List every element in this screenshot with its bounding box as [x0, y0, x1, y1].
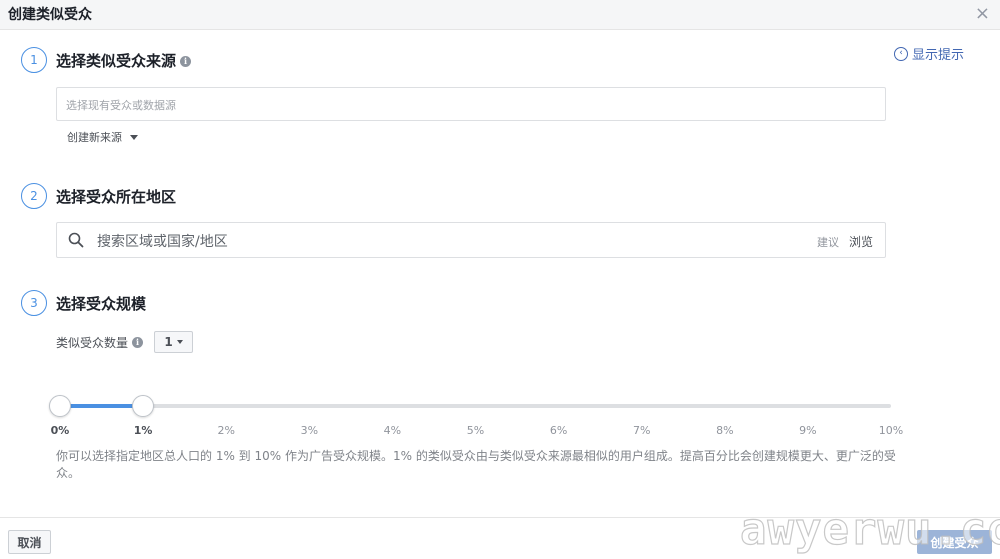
slider-tick-label: 8%: [716, 424, 734, 437]
step-2-number: 2: [21, 183, 47, 209]
search-icon: [68, 232, 84, 248]
step-3-number: 3: [21, 290, 47, 316]
close-icon[interactable]: ×: [975, 2, 990, 26]
audience-count-text: 类似受众数量: [56, 336, 129, 350]
audience-count-value: 1: [164, 335, 173, 349]
slider-handle-start[interactable]: [49, 395, 71, 417]
audience-source-placeholder: 选择现有受众或数据源: [66, 99, 176, 112]
show-hints-link[interactable]: ‹ 显示提示: [894, 44, 964, 63]
slider-tick-label: 10%: [878, 424, 904, 437]
create-new-source-label: 创建新来源: [67, 131, 122, 144]
audience-size-slider-fill: [60, 404, 144, 408]
caret-down-icon: [176, 340, 183, 344]
slider-tick-label: 9%: [799, 424, 817, 437]
step-3-title: 选择受众规模: [56, 295, 147, 313]
create-new-source-dropdown[interactable]: 创建新来源: [67, 129, 138, 145]
cancel-button[interactable]: 取消: [8, 530, 51, 554]
step-2-title: 选择受众所在地区: [56, 188, 177, 206]
browse-link[interactable]: 浏览: [849, 233, 873, 250]
slider-tick-label: 5%: [466, 424, 485, 437]
slider-tick-label: 1%: [133, 424, 153, 437]
suggest-link[interactable]: 建议: [817, 234, 839, 250]
audience-count-select[interactable]: 1: [154, 331, 193, 353]
create-audience-button[interactable]: 创建受众: [917, 530, 992, 554]
step-1-title: 选择类似受众来源 i: [56, 50, 192, 71]
audience-source-input[interactable]: 选择现有受众或数据源: [56, 87, 886, 121]
location-search-placeholder: 搜索区域或国家/地区: [97, 234, 228, 250]
slider-tick-label: 2%: [217, 424, 235, 437]
slider-tick-label: 3%: [300, 424, 319, 437]
audience-size-slider-track[interactable]: [60, 404, 891, 408]
info-icon[interactable]: i: [180, 55, 192, 67]
show-hints-label: 显示提示: [912, 48, 965, 63]
dialog-title: 创建类似受众: [8, 7, 92, 23]
info-icon[interactable]: i: [132, 336, 144, 348]
step-1-title-text: 选择类似受众来源: [56, 52, 177, 70]
caret-down-icon: [130, 134, 138, 140]
slider-tick-label: 0%: [50, 424, 70, 437]
audience-count-label: 类似受众数量 i: [56, 334, 144, 351]
step-1-number: 1: [21, 47, 47, 73]
location-search-input[interactable]: 搜索区域或国家/地区 建议 浏览: [56, 222, 886, 258]
slider-tick-label: 4%: [383, 424, 402, 437]
slider-handle-end[interactable]: [132, 395, 155, 417]
slider-tick-label: 6%: [549, 424, 568, 437]
chevron-left-icon: ‹: [894, 46, 908, 61]
dialog-header: 创建类似受众 ×: [0, 0, 1000, 30]
slider-tick-label: 7%: [632, 424, 651, 437]
footer-divider: [0, 517, 1000, 518]
audience-size-description: 你可以选择指定地区总人口的 1% 到 10% 作为广告受众规模。1% 的类似受众…: [56, 449, 896, 480]
